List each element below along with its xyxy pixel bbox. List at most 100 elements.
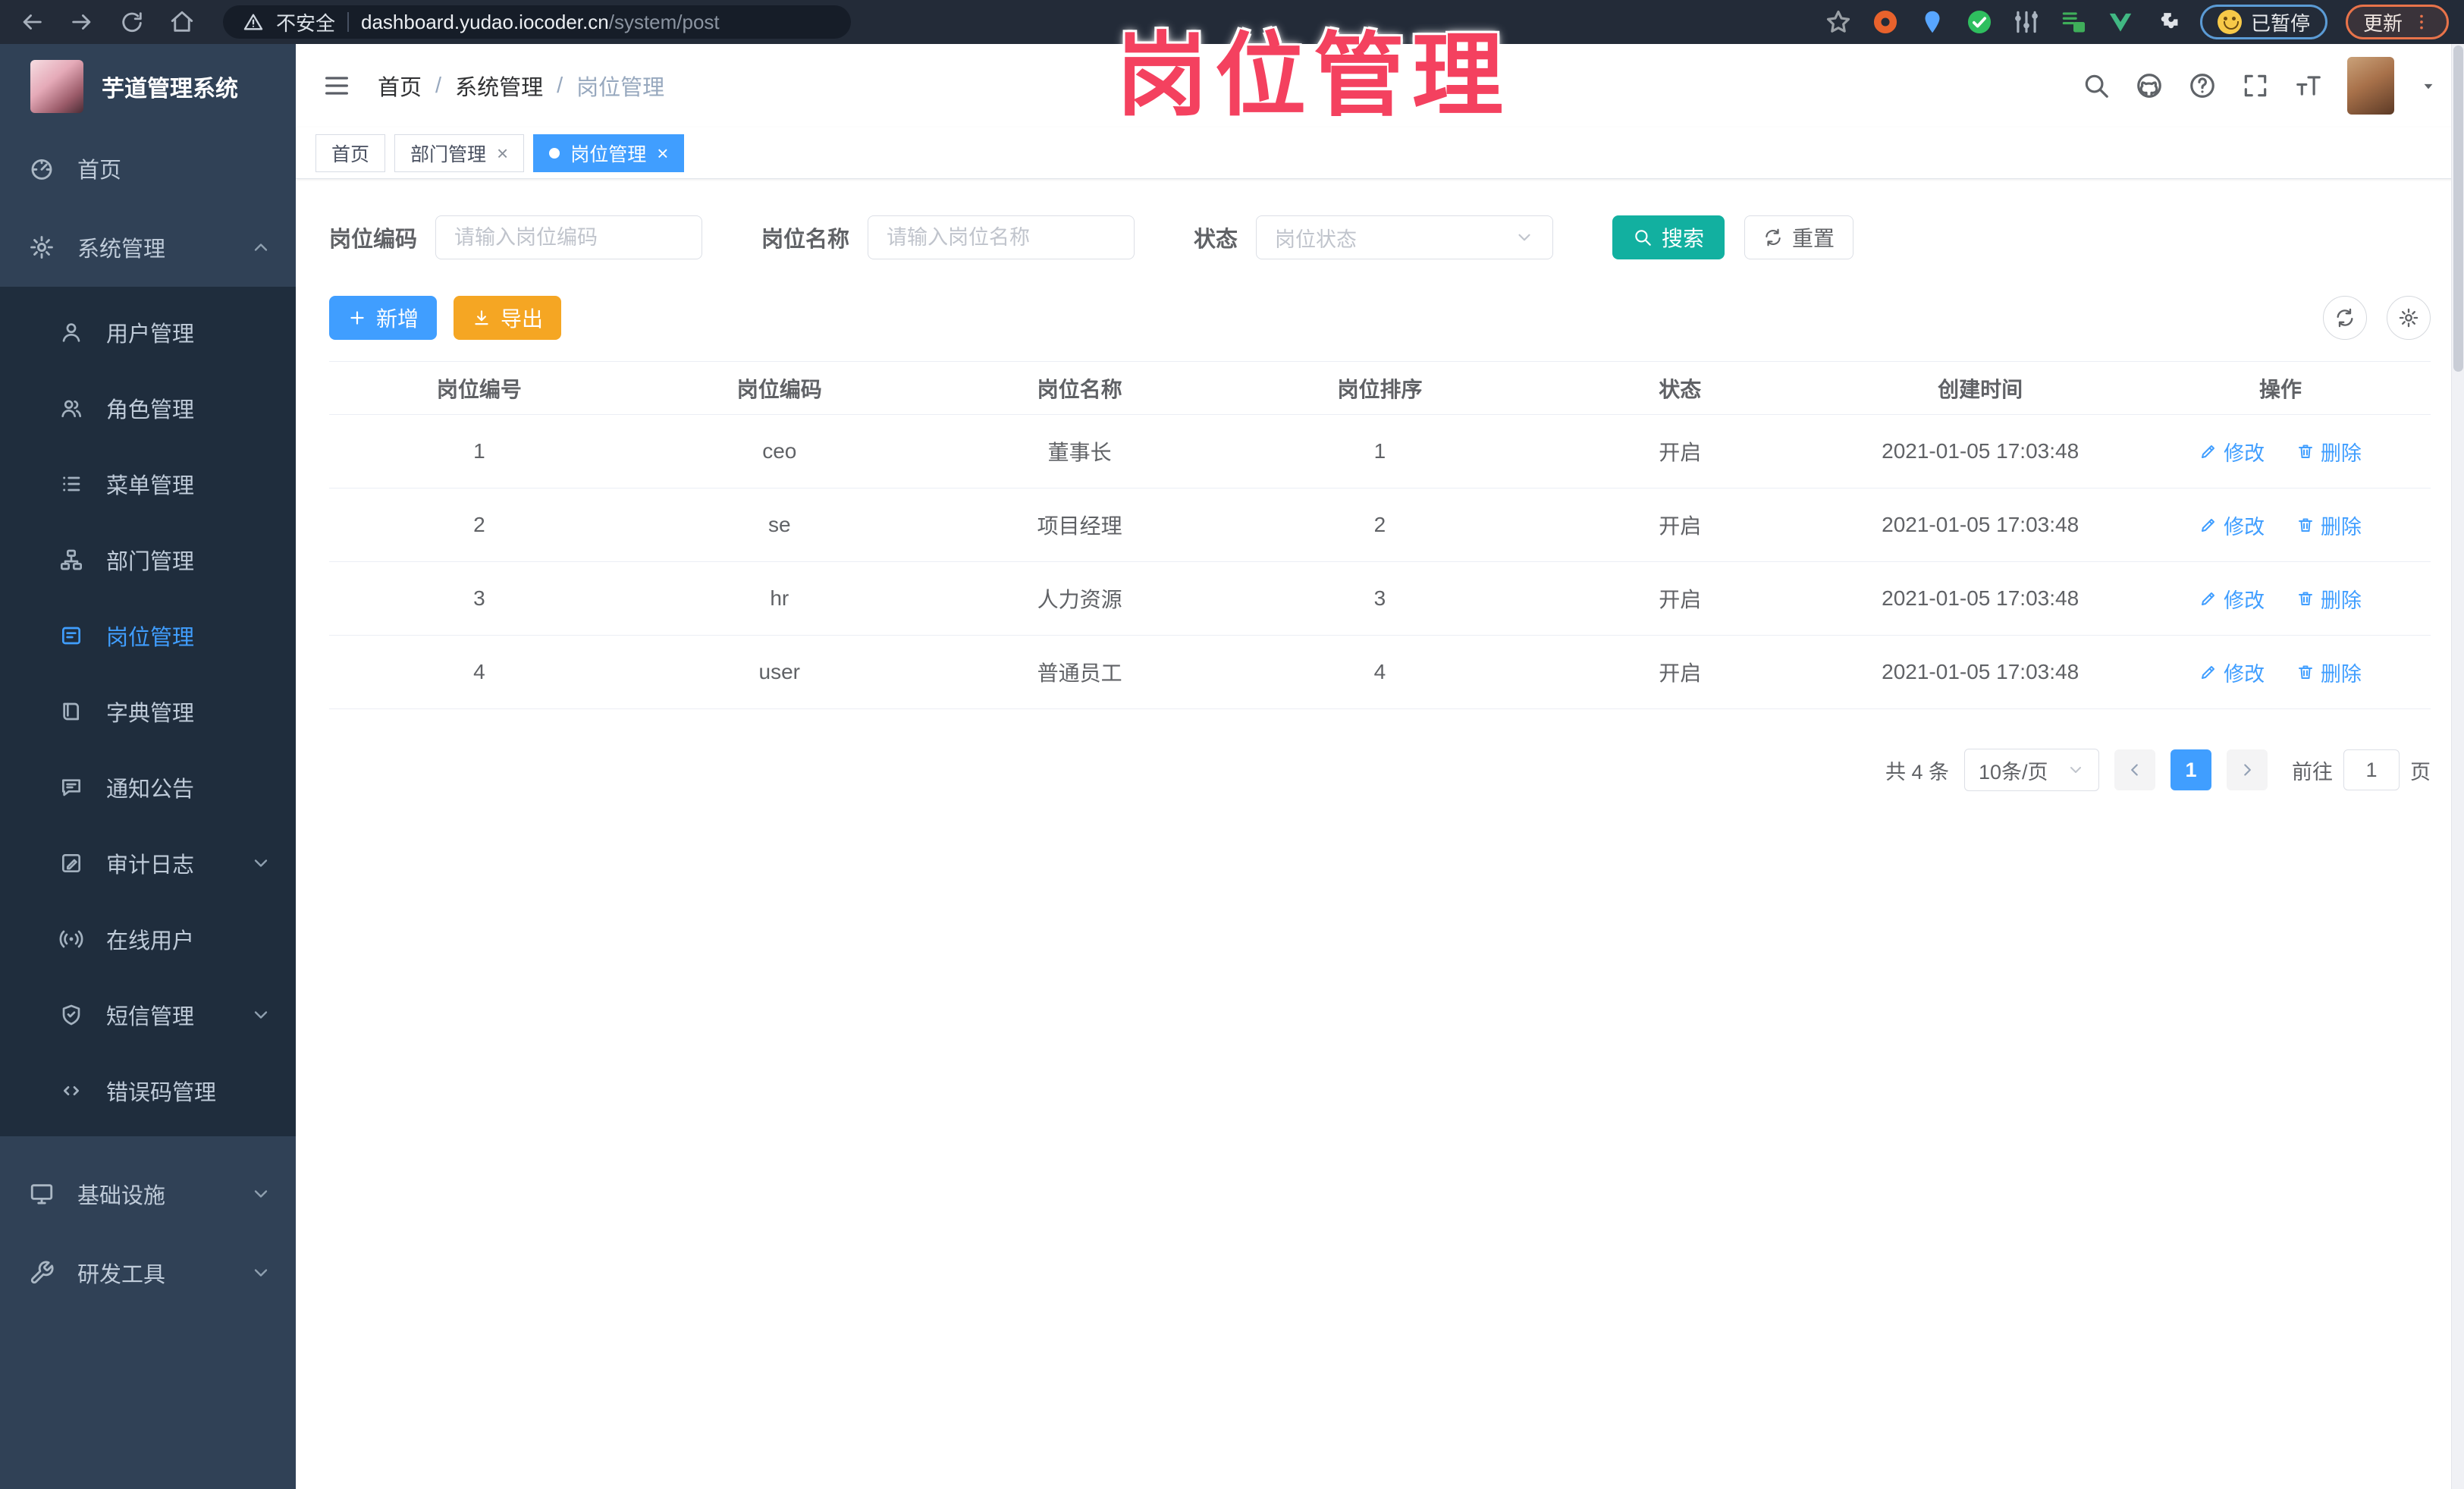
cell-post-sort: 2 bbox=[1229, 488, 1530, 562]
browser-menu-icon[interactable] bbox=[2412, 12, 2431, 32]
search-button[interactable]: 搜索 bbox=[1612, 215, 1725, 259]
sidebar-subitem[interactable]: 短信管理 bbox=[0, 977, 296, 1053]
app-logo[interactable]: 芋道管理系统 bbox=[0, 44, 296, 129]
table-row[interactable]: 1 ceo 董事长 1 开启 2021-01-05 17:03:48 修改 删除 bbox=[329, 414, 2431, 488]
tab[interactable]: 部门管理 × bbox=[394, 134, 525, 172]
delete-link[interactable]: 删除 bbox=[2296, 584, 2362, 614]
tuner-sliders-icon[interactable] bbox=[2012, 8, 2041, 36]
sidebar: 芋道管理系统 首页 系统管理 用户管理 角色管理 菜单管理 部门管理 岗位管理 … bbox=[0, 44, 296, 1489]
cell-post-code: user bbox=[629, 635, 930, 709]
status-select[interactable]: 岗位状态 bbox=[1256, 215, 1554, 259]
edit-link[interactable]: 修改 bbox=[2199, 437, 2265, 466]
sidebar-subitem[interactable]: 用户管理 bbox=[0, 294, 296, 370]
refresh-table-button[interactable] bbox=[2323, 296, 2367, 340]
tag-list-icon[interactable] bbox=[2059, 8, 2088, 36]
paused-extension-badge[interactable]: 已暂停 bbox=[2199, 5, 2327, 39]
close-icon[interactable]: × bbox=[657, 143, 668, 163]
next-page-button[interactable] bbox=[2227, 749, 2268, 790]
export-button[interactable]: 导出 bbox=[454, 296, 561, 340]
add-button[interactable]: 新增 bbox=[329, 296, 437, 340]
cell-status: 开启 bbox=[1530, 488, 1831, 562]
page-scrollbar[interactable] bbox=[2451, 44, 2464, 1489]
edit-link[interactable]: 修改 bbox=[2199, 584, 2265, 614]
sidebar-subitem[interactable]: 部门管理 bbox=[0, 522, 296, 598]
vue-devtools-icon[interactable] bbox=[2106, 8, 2135, 36]
online-user-icon bbox=[59, 927, 83, 951]
security-label[interactable]: 不安全 bbox=[276, 8, 335, 36]
post-name-input[interactable] bbox=[868, 215, 1135, 259]
adblock-ring-icon[interactable] bbox=[1871, 8, 1900, 36]
bookmark-star-icon[interactable] bbox=[1824, 8, 1853, 36]
sidebar-subitem-label: 错误码管理 bbox=[106, 1081, 217, 1105]
table-row[interactable]: 3 hr 人力资源 3 开启 2021-01-05 17:03:48 修改 删除 bbox=[329, 561, 2431, 636]
browser-reload-button[interactable] bbox=[115, 5, 149, 39]
github-icon[interactable] bbox=[2135, 71, 2164, 100]
tab[interactable]: 岗位管理 × bbox=[533, 134, 685, 172]
annotation-title: 岗位管理 bbox=[1116, 25, 1511, 127]
table-row[interactable]: 2 se 项目经理 2 开启 2021-01-05 17:03:48 修改 删除 bbox=[329, 488, 2431, 562]
edit-link[interactable]: 修改 bbox=[2199, 510, 2265, 540]
chrome-update-button[interactable]: 更新 bbox=[2345, 5, 2449, 39]
sidebar-subitem[interactable]: 菜单管理 bbox=[0, 446, 296, 522]
column-settings-button[interactable] bbox=[2387, 296, 2431, 340]
cell-actions: 修改 删除 bbox=[2130, 561, 2431, 636]
post-icon bbox=[59, 624, 83, 648]
sidebar-subitem[interactable]: 错误码管理 bbox=[0, 1053, 296, 1129]
sidebar-item[interactable]: 研发工具 bbox=[0, 1233, 296, 1312]
prev-page-button[interactable] bbox=[2114, 749, 2155, 790]
caret-down-icon[interactable] bbox=[2418, 76, 2438, 96]
column-header: 操作 bbox=[2130, 361, 2431, 415]
goto-page-input[interactable] bbox=[2343, 749, 2400, 790]
help-icon[interactable] bbox=[2188, 71, 2217, 100]
post-code-input[interactable] bbox=[435, 215, 703, 259]
page-unit-label: 页 bbox=[2410, 760, 2431, 784]
table-row[interactable]: 4 user 普通员工 4 开启 2021-01-05 17:03:48 修改 bbox=[329, 635, 2431, 709]
sidebar-subitem[interactable]: 字典管理 bbox=[0, 674, 296, 749]
reset-button[interactable]: 重置 bbox=[1744, 215, 1854, 259]
current-page[interactable]: 1 bbox=[2171, 749, 2211, 790]
scrollbar-thumb[interactable] bbox=[2453, 46, 2463, 372]
sidebar-subitem[interactable]: 在线用户 bbox=[0, 901, 296, 977]
fullscreen-icon[interactable] bbox=[2241, 71, 2270, 100]
search-icon[interactable] bbox=[2082, 71, 2111, 100]
sidebar-item-home[interactable]: 首页 bbox=[0, 129, 296, 208]
chevron-up-icon bbox=[250, 237, 272, 258]
browser-back-button[interactable] bbox=[15, 5, 49, 39]
sidebar-subitem[interactable]: 通知公告 bbox=[0, 749, 296, 825]
cell-actions: 修改 删除 bbox=[2130, 488, 2431, 562]
browser-forward-button[interactable] bbox=[65, 5, 99, 39]
sidebar-item[interactable]: 基础设施 bbox=[0, 1154, 296, 1233]
pin-drop-icon[interactable] bbox=[1918, 8, 1947, 36]
browser-home-button[interactable] bbox=[165, 5, 199, 39]
address-bar[interactable]: 不安全 dashboard.yudao.iocoder.cn/system/po… bbox=[223, 5, 851, 39]
page-size-select[interactable]: 10条/页 bbox=[1964, 749, 2099, 791]
sms-shield-icon bbox=[59, 1003, 83, 1027]
puzzle-icon[interactable] bbox=[2153, 8, 2182, 36]
sidebar-subitem[interactable]: 审计日志 bbox=[0, 825, 296, 901]
delete-link[interactable]: 删除 bbox=[2296, 658, 2362, 687]
sidebar-item-label: 研发工具 bbox=[77, 1263, 166, 1287]
breadcrumb-home[interactable]: 首页 bbox=[378, 70, 422, 102]
tab[interactable]: 首页 bbox=[315, 134, 386, 172]
edit-link[interactable]: 修改 bbox=[2199, 658, 2265, 687]
pagination: 共 4 条 10条/页 1 前往 页 bbox=[329, 749, 2431, 791]
sidebar-item-system[interactable]: 系统管理 bbox=[0, 208, 296, 287]
filter-status: 状态 岗位状态 bbox=[1194, 215, 1554, 259]
close-icon[interactable]: × bbox=[497, 143, 508, 163]
font-size-icon[interactable] bbox=[2294, 71, 2323, 100]
edit-icon bbox=[2199, 442, 2218, 460]
breadcrumb-system[interactable]: 系统管理 bbox=[455, 70, 543, 102]
cell-post-sort: 4 bbox=[1229, 635, 1530, 709]
delete-icon bbox=[2296, 663, 2315, 681]
chevron-down-icon bbox=[1514, 228, 1534, 247]
refresh-icon bbox=[2334, 307, 2356, 328]
hamburger-icon[interactable] bbox=[322, 71, 352, 101]
active-dot bbox=[549, 147, 560, 159]
user-avatar[interactable] bbox=[2347, 57, 2394, 115]
sidebar-subitem[interactable]: 角色管理 bbox=[0, 370, 296, 446]
delete-link[interactable]: 删除 bbox=[2296, 437, 2362, 466]
security-check-icon[interactable] bbox=[1965, 8, 1994, 36]
browser-toolbar-right: 已暂停 更新 bbox=[1824, 5, 2449, 39]
sidebar-subitem[interactable]: 岗位管理 bbox=[0, 598, 296, 674]
delete-link[interactable]: 删除 bbox=[2296, 510, 2362, 540]
